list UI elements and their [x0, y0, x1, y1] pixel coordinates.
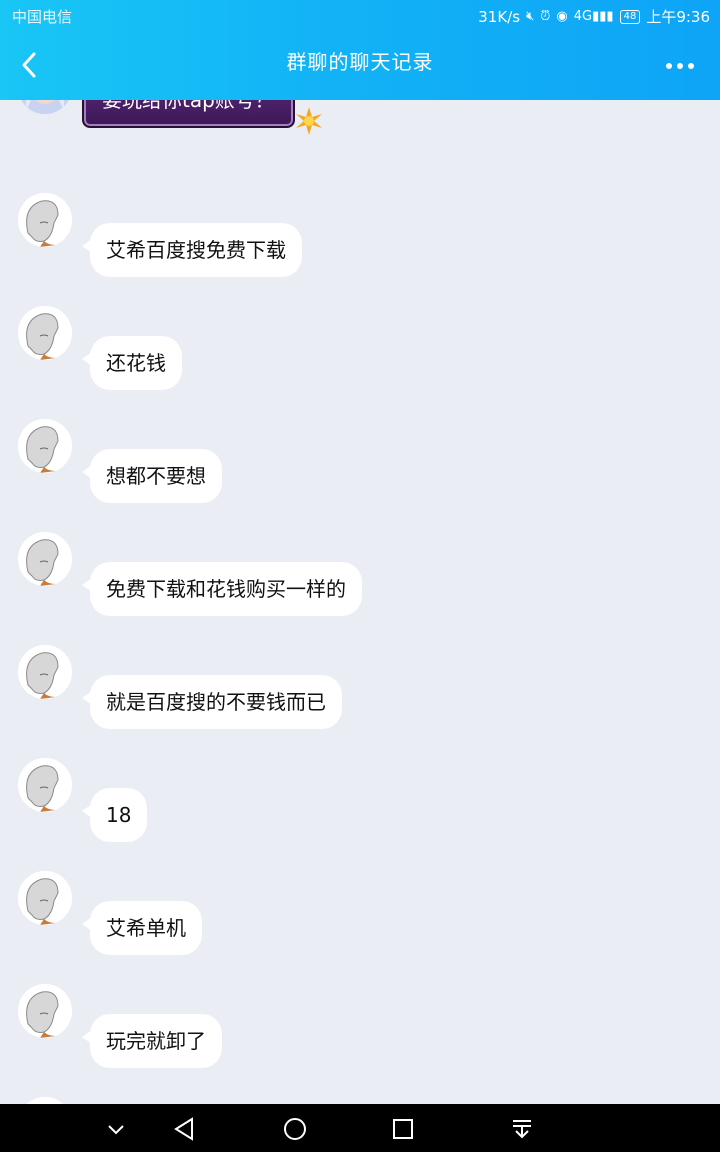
more-dots-icon: [666, 63, 672, 69]
sketch-avatar-image: [18, 193, 72, 247]
nav-notification-icon: [513, 1120, 531, 1139]
battery-icon: 48: [619, 9, 641, 24]
sketch-avatar-image: [18, 306, 72, 360]
message-row: 免费下载和花钱购买一样的: [18, 532, 698, 622]
nav-collapse-icon: [108, 1125, 124, 1135]
message-bubble[interactable]: 玩完就卸了: [82, 1014, 222, 1068]
page-title: 群聊的聊天记录: [286, 50, 434, 74]
sketch-avatar-image: [18, 758, 72, 812]
message-bubble[interactable]: 就是百度搜的不要钱而已: [82, 675, 342, 729]
clock: 上午9:36: [646, 8, 710, 26]
alarm-icon: ⏰︎: [540, 9, 551, 24]
signal-icon: 4G▮▮▮: [573, 9, 614, 24]
sketch-avatar-image: [18, 532, 72, 586]
sketch-avatar-image: [18, 645, 72, 699]
message-bubble[interactable]: 艾希单机: [82, 901, 202, 955]
nav-back-icon: [174, 1117, 193, 1141]
sketch-avatar-image: [18, 419, 72, 473]
message-bubble-decorated[interactable]: 要玩给你tap账号？: [82, 100, 295, 128]
signal-label: 4G: [573, 9, 593, 24]
chat-history[interactable]: 要玩给你tap账号？ 艾希百度搜免费下载 还花钱 想都不要想 免费下载和花钱购买…: [0, 100, 720, 1104]
nav-recent-icon: [393, 1119, 413, 1139]
network-speed: 31K/s: [478, 7, 521, 26]
message-bubble[interactable]: 艾希百度搜免费下载: [82, 223, 302, 277]
eye-icon: ◉: [556, 9, 568, 24]
message-bubble[interactable]: 想都不要想: [82, 449, 222, 503]
avatar-sketch[interactable]: [18, 306, 72, 360]
mute-icon: 🔇︎: [526, 9, 535, 24]
message-row: 艾希百度搜免费下载: [18, 193, 698, 283]
avatar-anime[interactable]: [18, 100, 72, 114]
message-row: 还花钱: [18, 306, 698, 396]
avatar-sketch[interactable]: [18, 419, 72, 473]
avatar-sketch[interactable]: [18, 193, 72, 247]
message-row: 艾希单机: [18, 871, 698, 961]
sketch-avatar-image: [18, 984, 72, 1038]
message-row: 玩完就卸了: [18, 984, 698, 1074]
sketch-avatar-image: [18, 871, 72, 925]
anime-avatar-image: [18, 100, 72, 114]
title-bar: 中国电信 31K/s 🔇︎ ⏰︎ ◉ 4G▮▮▮ 48 上午9:36 群聊的聊天…: [0, 0, 720, 100]
system-nav-bar: [0, 1104, 720, 1152]
nav-back-button[interactable]: [172, 1116, 198, 1142]
message-row: [18, 1097, 698, 1104]
avatar-sketch[interactable]: [18, 1097, 72, 1104]
nav-notification-button[interactable]: [509, 1116, 535, 1142]
avatar-sketch[interactable]: [18, 645, 72, 699]
avatar-sketch[interactable]: [18, 758, 72, 812]
sun-decoration-icon: [296, 107, 322, 135]
message-bubble[interactable]: 18: [81, 788, 148, 842]
message-row: 就是百度搜的不要钱而已: [18, 645, 698, 735]
message-row: 要玩给你tap账号？: [18, 100, 698, 150]
avatar-sketch[interactable]: [18, 532, 72, 586]
nav-collapse-button[interactable]: [103, 1116, 129, 1142]
carrier-label: 中国电信: [12, 8, 73, 26]
message-bubble[interactable]: 免费下载和花钱购买一样的: [82, 562, 362, 616]
more-button[interactable]: [666, 56, 698, 76]
nav-home-button[interactable]: [282, 1116, 308, 1142]
message-bubble[interactable]: 还花钱: [82, 336, 182, 390]
status-icons: 31K/s 🔇︎ ⏰︎ ◉ 4G▮▮▮ 48 上午9:36: [478, 6, 710, 27]
nav-home-icon: [284, 1118, 306, 1140]
avatar-sketch[interactable]: [18, 871, 72, 925]
avatar-sketch[interactable]: [18, 984, 72, 1038]
sketch-avatar-image: [18, 1097, 72, 1104]
message-row: 想都不要想: [18, 419, 698, 509]
message-row: 18: [18, 758, 698, 848]
nav-recent-button[interactable]: [390, 1116, 416, 1142]
